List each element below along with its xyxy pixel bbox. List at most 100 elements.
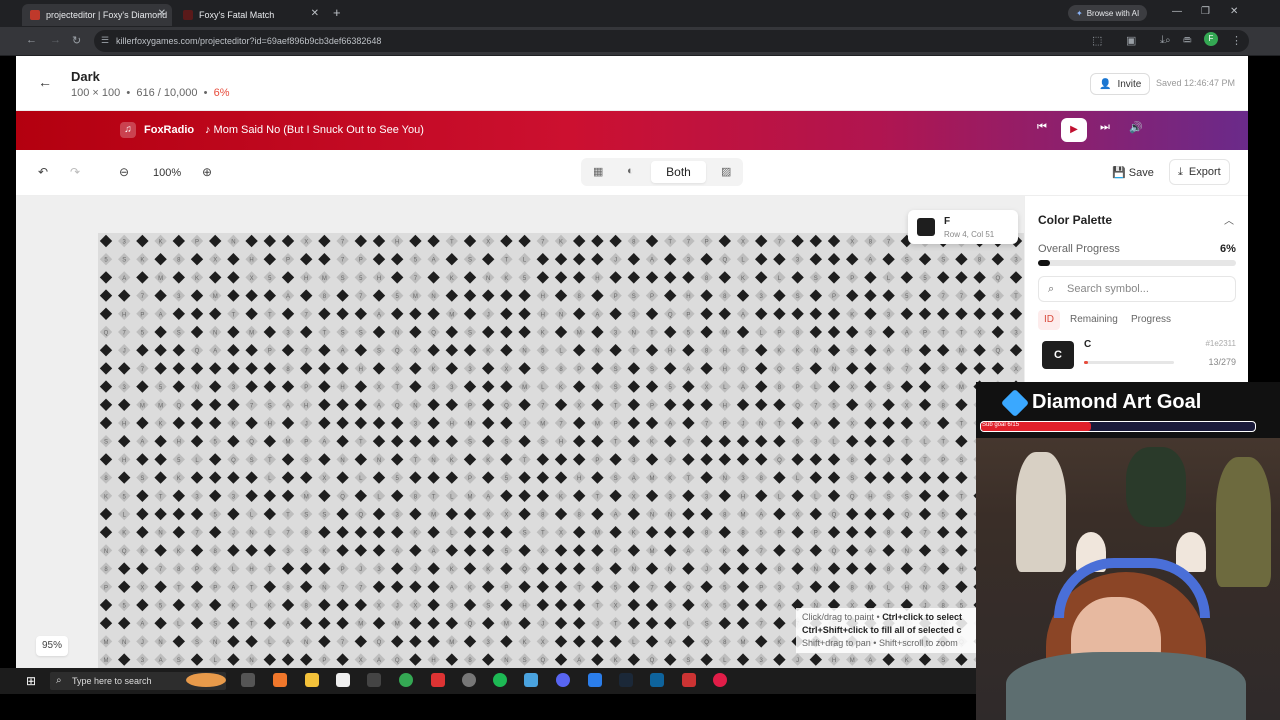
bead-cell[interactable] — [354, 398, 367, 411]
bead-cell[interactable] — [154, 471, 167, 484]
bead-cell[interactable] — [281, 489, 295, 502]
bead-cell[interactable] — [99, 307, 113, 320]
bead-cell[interactable] — [645, 617, 659, 630]
bead-cell[interactable] — [427, 635, 440, 648]
bead-cell[interactable] — [554, 325, 568, 339]
bead-cell[interactable] — [336, 435, 349, 448]
bead-cell[interactable] — [955, 271, 968, 284]
bead-cell[interactable] — [755, 380, 768, 393]
bead-cell[interactable] — [645, 380, 659, 393]
bead-cell[interactable] — [864, 562, 877, 575]
bead-cell[interactable] — [664, 325, 677, 339]
bead-cell[interactable] — [664, 653, 677, 666]
bead-cell[interactable] — [554, 598, 568, 612]
bead-cell[interactable] — [827, 453, 841, 466]
bead-cell[interactable] — [245, 362, 258, 375]
bead-cell[interactable] — [791, 526, 804, 539]
bead-cell[interactable] — [573, 380, 586, 393]
fox-widget-icon[interactable] — [186, 673, 226, 687]
bead-cell[interactable] — [554, 398, 568, 411]
bead-cell[interactable] — [973, 307, 986, 320]
bead-cell[interactable] — [336, 598, 349, 612]
bead-cell[interactable] — [263, 253, 276, 266]
bead-cell[interactable] — [664, 271, 677, 284]
bead-cell[interactable] — [937, 526, 950, 539]
export-button[interactable]: ⤓ Export — [1169, 159, 1230, 185]
bead-cell[interactable] — [154, 580, 167, 593]
next-track-icon[interactable]: ⏭ — [1100, 121, 1110, 134]
bead-cell[interactable] — [682, 453, 695, 466]
bead-cell[interactable] — [809, 234, 822, 248]
bead-cell[interactable] — [609, 453, 622, 466]
bead-cell[interactable] — [300, 562, 313, 575]
bead-grid[interactable]: 3KPNX7HTX7K8T7PX7X877TJ5SK8XHP7P5ASTLJA3… — [98, 233, 1024, 668]
bead-cell[interactable] — [736, 453, 750, 466]
bead-cell[interactable] — [190, 580, 204, 593]
bead-cell[interactable] — [409, 617, 422, 630]
bead-cell[interactable] — [118, 617, 131, 630]
bead-cell[interactable] — [682, 398, 695, 411]
bead-cell[interactable] — [627, 598, 640, 612]
bead-cell[interactable] — [918, 289, 932, 302]
bead-cell[interactable] — [136, 562, 149, 575]
bead-cell[interactable] — [554, 580, 568, 593]
bead-cell[interactable] — [354, 307, 367, 320]
bead-cell[interactable] — [154, 325, 167, 339]
bead-cell[interactable] — [427, 234, 440, 248]
bead-cell[interactable] — [573, 489, 586, 502]
bead-cell[interactable] — [700, 325, 713, 339]
bead-cell[interactable] — [809, 307, 822, 320]
bead-cell[interactable] — [300, 653, 313, 666]
bead-cell[interactable] — [864, 271, 877, 284]
bead-cell[interactable] — [627, 580, 640, 593]
bead-cell[interactable] — [937, 307, 950, 320]
back-icon[interactable]: ← — [26, 34, 37, 46]
bead-cell[interactable] — [755, 453, 768, 466]
bead-cell[interactable] — [918, 307, 932, 320]
bead-cell[interactable] — [263, 435, 276, 448]
bead-cell[interactable] — [190, 325, 204, 339]
bead-cell[interactable] — [645, 635, 659, 648]
image-view-icon[interactable]: ▨ — [721, 165, 731, 178]
bead-cell[interactable] — [154, 253, 167, 266]
bead-cell[interactable] — [554, 562, 568, 575]
bead-cell[interactable] — [937, 489, 950, 502]
bead-cell[interactable] — [554, 471, 568, 484]
bead-cell[interactable] — [664, 580, 677, 593]
bead-cell[interactable] — [1009, 344, 1023, 357]
bead-cell[interactable] — [755, 489, 768, 502]
bead-cell[interactable] — [409, 653, 422, 666]
bead-cell[interactable] — [846, 544, 859, 557]
bead-cell[interactable] — [245, 380, 258, 393]
bead-cell[interactable] — [773, 507, 786, 521]
bead-cell[interactable] — [136, 598, 149, 612]
restore-icon[interactable]: ❐ — [1201, 6, 1210, 17]
bead-cell[interactable] — [827, 562, 841, 575]
bead-cell[interactable] — [227, 544, 240, 557]
bead-cell[interactable] — [627, 380, 640, 393]
bead-cell[interactable] — [573, 307, 586, 320]
bead-cell[interactable] — [591, 289, 604, 302]
bead-cell[interactable] — [463, 526, 477, 539]
bead-cell[interactable] — [682, 562, 695, 575]
bead-cell[interactable] — [827, 344, 841, 357]
bead-cell[interactable] — [136, 344, 149, 357]
bead-cell[interactable] — [136, 489, 149, 502]
bead-cell[interactable] — [372, 289, 386, 302]
bead-cell[interactable] — [609, 562, 622, 575]
bead-cell[interactable] — [627, 362, 640, 375]
bead-cell[interactable] — [882, 435, 895, 448]
bead-cell[interactable] — [627, 253, 640, 266]
bead-cell[interactable] — [245, 544, 258, 557]
bead-cell[interactable] — [500, 380, 513, 393]
bead-cell[interactable] — [154, 507, 167, 521]
bead-cell[interactable] — [554, 453, 568, 466]
bead-cell[interactable] — [627, 416, 640, 430]
bead-cell[interactable] — [99, 271, 113, 284]
bead-cell[interactable] — [755, 635, 768, 648]
bead-cell[interactable] — [937, 562, 950, 575]
close-window-icon[interactable]: ✕ — [1230, 6, 1238, 17]
bead-cell[interactable] — [190, 435, 204, 448]
bead-cell[interactable] — [882, 416, 895, 430]
bead-cell[interactable] — [827, 526, 841, 539]
